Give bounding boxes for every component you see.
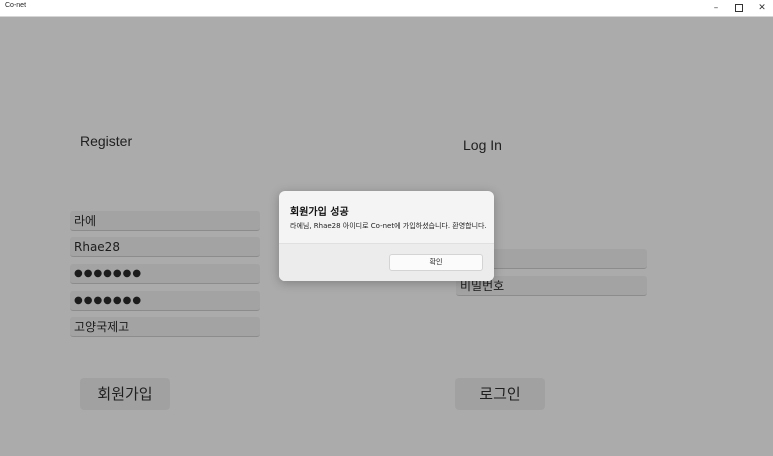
password-input[interactable]: ●●●●●●● bbox=[70, 264, 260, 284]
title-bar: Co-net – ✕ bbox=[0, 0, 773, 17]
ok-button[interactable]: 확인 bbox=[389, 254, 483, 271]
name-input[interactable]: 라에 bbox=[70, 211, 260, 231]
login-heading: Log In bbox=[463, 137, 502, 153]
dialog-title: 회원가입 성공 bbox=[290, 207, 349, 218]
minimize-icon: – bbox=[713, 3, 719, 13]
maximize-icon bbox=[735, 4, 743, 12]
signup-success-dialog: 회원가입 성공 라에님, Rhae28 아이디로 Co-net에 가입하셨습니다… bbox=[279, 191, 494, 281]
dialog-message: 라에님, Rhae28 아이디로 Co-net에 가입하셨습니다. 환영합니다. bbox=[290, 222, 487, 230]
school-input[interactable]: 고양국제고 bbox=[70, 317, 260, 337]
register-button[interactable]: 회원가입 bbox=[80, 378, 170, 410]
window-title: Co-net bbox=[5, 2, 27, 9]
close-button[interactable]: ✕ bbox=[750, 0, 773, 16]
minimize-button[interactable]: – bbox=[704, 0, 728, 16]
password-confirm-input[interactable]: ●●●●●●● bbox=[70, 291, 260, 311]
maximize-button[interactable] bbox=[727, 0, 751, 16]
id-input[interactable]: Rhae28 bbox=[70, 237, 260, 257]
login-button[interactable]: 로그인 bbox=[455, 378, 545, 410]
register-heading: Register bbox=[80, 133, 133, 149]
close-icon: ✕ bbox=[758, 3, 766, 13]
